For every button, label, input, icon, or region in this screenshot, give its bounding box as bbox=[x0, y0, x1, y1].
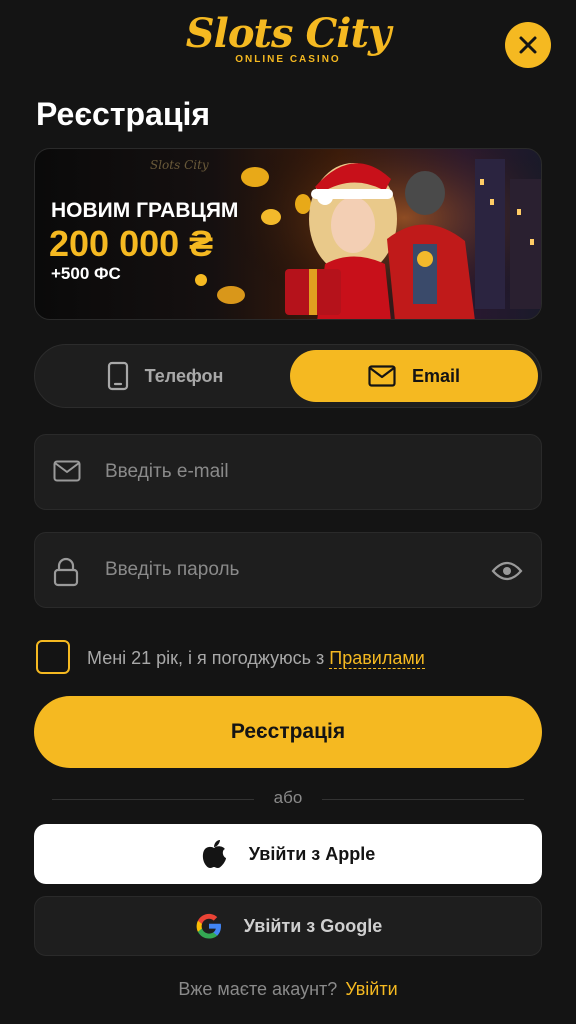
lock-icon bbox=[53, 557, 79, 587]
email-field[interactable] bbox=[34, 434, 542, 510]
tab-email-label: Email bbox=[411, 365, 461, 386]
phone-icon bbox=[107, 361, 128, 391]
email-input[interactable] bbox=[105, 435, 465, 509]
close-icon bbox=[519, 36, 537, 54]
logo-subtitle: ONLINE CASINO bbox=[235, 54, 341, 65]
logo-text: Slots City bbox=[185, 10, 391, 57]
password-input[interactable] bbox=[105, 533, 465, 607]
banner-headline: НОВИМ ГРАВЦЯМ bbox=[51, 199, 239, 222]
apple-login-button[interactable]: Увійти з Apple bbox=[34, 824, 542, 884]
banner-mini-logo: Slots City bbox=[150, 158, 209, 172]
eye-icon[interactable] bbox=[491, 559, 523, 583]
banner-free-spins: +500 ФС bbox=[51, 264, 121, 283]
account-question: Вже маєте акаунт? bbox=[178, 979, 338, 999]
login-prompt: Вже маєте акаунт? Увійти bbox=[0, 979, 576, 1000]
brand-logo: Slots City ONLINE CASINO bbox=[0, 10, 576, 66]
or-separator: або bbox=[273, 788, 303, 807]
google-login-label: Увійти з Google bbox=[243, 915, 383, 936]
tab-phone-label: Телефон bbox=[144, 365, 224, 386]
age-terms-checkbox[interactable] bbox=[36, 640, 70, 674]
promo-banner[interactable]: Slots City НОВИМ ГРАВЦЯМ 200 000 ₴ +500 … bbox=[34, 148, 542, 320]
google-login-button[interactable]: Увійти з Google bbox=[34, 896, 542, 956]
password-field[interactable] bbox=[34, 532, 542, 608]
apple-login-label: Увійти з Apple bbox=[248, 843, 376, 864]
mail-icon bbox=[368, 365, 396, 387]
tab-phone[interactable]: Телефон bbox=[41, 350, 289, 402]
login-link[interactable]: Увійти bbox=[345, 979, 397, 999]
mail-icon bbox=[53, 460, 81, 482]
tab-email[interactable]: Email bbox=[290, 350, 538, 402]
register-button[interactable]: Реєстрація bbox=[34, 696, 542, 768]
terms-agreement: Мені 21 рік, і я погоджуюсь з Правилами bbox=[87, 648, 425, 669]
rules-link[interactable]: Правилами bbox=[329, 648, 425, 669]
banner-bonus-amount: 200 000 ₴ bbox=[49, 223, 214, 264]
terms-text: Мені 21 рік, і я погоджуюсь з bbox=[87, 648, 325, 668]
close-button[interactable] bbox=[505, 22, 551, 68]
page-title: Реєстрація bbox=[36, 96, 211, 132]
apple-icon bbox=[202, 840, 226, 868]
google-icon bbox=[196, 913, 221, 939]
registration-method-tabs: Телефон Email bbox=[34, 344, 542, 408]
